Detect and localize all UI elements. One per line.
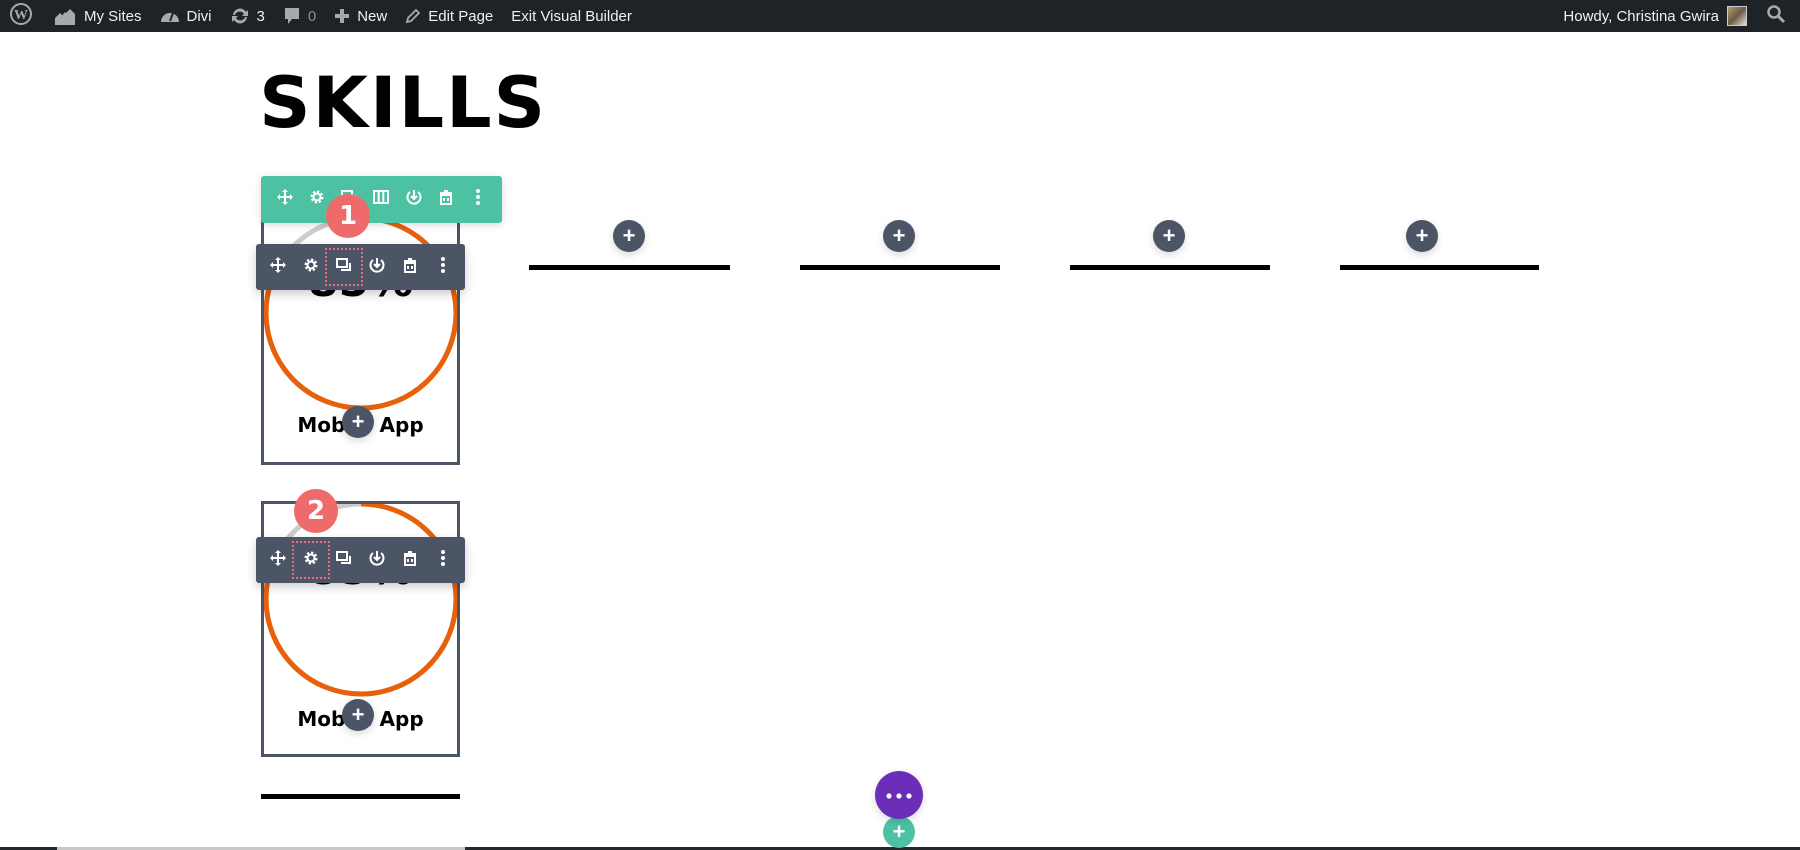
add-module-button[interactable]: + [883,220,915,252]
add-module-button[interactable]: + [342,699,374,731]
comments-menu[interactable]: 0 [274,0,325,32]
page-settings-button[interactable] [875,771,923,819]
module-move-button[interactable] [265,547,291,573]
step-badge: 1 [326,194,370,238]
my-sites-menu[interactable]: My Sites [44,0,151,32]
plus-icon [334,8,350,24]
updates-count: 3 [256,7,265,25]
wordpress-icon: W [10,3,32,29]
comments-count: 0 [307,7,317,25]
module-more-button[interactable] [430,254,456,280]
edit-page-link[interactable]: Edit Page [396,0,502,32]
trash-icon [401,549,419,572]
my-sites-icon [53,6,77,26]
add-module-button[interactable]: + [1153,220,1185,252]
divi-label: Divi [186,7,212,25]
gear-icon [308,188,326,211]
module-more-button[interactable] [430,547,456,573]
add-module-button[interactable]: + [613,220,645,252]
greeting: Howdy, Christina Gwira [1563,7,1719,25]
divider-line [261,794,460,799]
user-account-menu[interactable]: Howdy, Christina Gwira [1554,0,1756,32]
divi-dashboard-icon [160,7,180,25]
divider-line [1340,265,1539,270]
move-icon [276,188,294,211]
row-save-to-library-button[interactable] [401,187,427,213]
module-duplicate-button[interactable] [331,547,357,573]
module-save-to-library-button[interactable] [364,254,390,280]
row-move-button[interactable] [272,187,298,213]
avatar [1727,6,1747,26]
visual-builder-canvas: SKILLS 1 85% Mobile App + 85% Mo [0,32,1800,848]
exit-visual-builder-link[interactable]: Exit Visual Builder [502,0,641,32]
pencil-icon [405,8,421,24]
module-duplicate-button[interactable] [325,248,364,286]
duplicate-icon [335,256,353,279]
step-badge: 2 [294,489,338,533]
wordpress-menu[interactable]: W [0,0,44,32]
page-title: SKILLS [259,62,548,144]
updates-icon [230,6,250,26]
row-columns-button[interactable] [368,187,394,213]
save-download-icon [368,256,386,279]
more-horizontal-icon [886,786,912,804]
more-vertical-icon [440,549,446,572]
columns-icon [372,188,390,211]
save-download-icon [405,188,423,211]
svg-text:W: W [14,8,28,23]
more-vertical-icon [440,256,446,279]
trash-icon [437,188,455,211]
trash-icon [401,256,419,279]
edit-page-label: Edit Page [428,7,494,25]
comments-icon [283,6,301,26]
module-move-button[interactable] [265,254,291,280]
admin-bar: W My Sites Divi 3 0 New Edit Page Exit V… [0,0,1800,32]
module-save-to-library-button[interactable] [364,547,390,573]
add-module-button[interactable]: + [342,406,374,438]
add-module-button[interactable]: + [1406,220,1438,252]
module-settings-button[interactable] [292,541,331,579]
module-settings-button[interactable] [298,254,324,280]
module-delete-button[interactable] [397,254,423,280]
row-toolbar [261,176,502,223]
new-content-menu[interactable]: New [325,0,396,32]
divi-menu[interactable]: Divi [151,0,221,32]
divider-line [800,265,1000,270]
module-toolbar [256,244,465,290]
divider-line [529,265,730,270]
row-delete-button[interactable] [433,187,459,213]
exit-visual-builder-label: Exit Visual Builder [511,7,632,25]
add-section-button[interactable]: + [883,816,915,848]
move-icon [269,256,287,279]
move-icon [269,549,287,572]
updates-menu[interactable]: 3 [221,0,274,32]
module-toolbar [256,537,465,583]
save-download-icon [368,549,386,572]
new-label: New [357,7,388,25]
row-more-button[interactable] [465,187,491,213]
gear-icon [302,549,320,572]
more-vertical-icon [475,188,481,211]
gear-icon [302,256,320,279]
duplicate-icon [335,549,353,572]
search-button[interactable] [1756,0,1800,32]
search-icon [1766,4,1786,28]
divider-line [1070,265,1270,270]
module-delete-button[interactable] [397,547,423,573]
my-sites-label: My Sites [84,7,142,25]
